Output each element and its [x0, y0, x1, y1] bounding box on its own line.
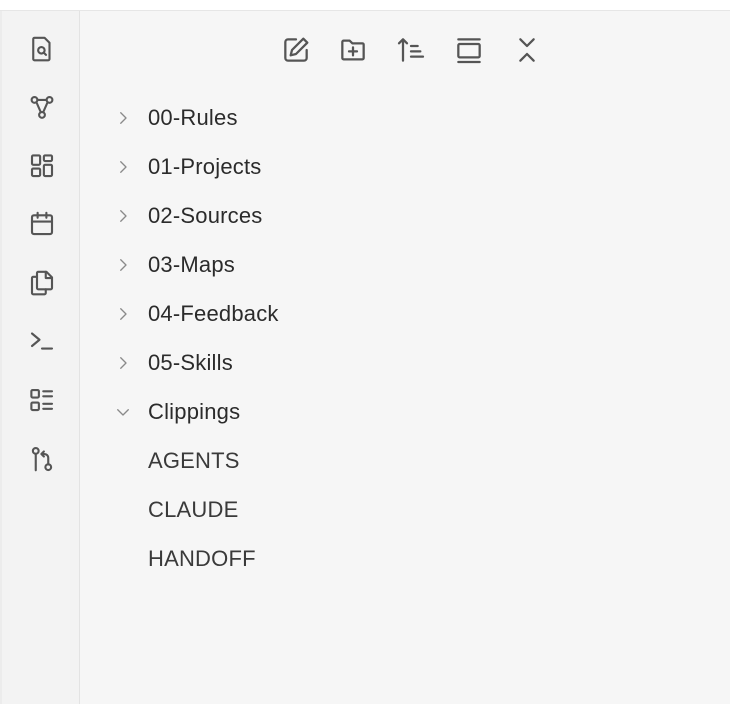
chevron-right-icon[interactable] — [109, 300, 137, 328]
terminal-icon — [30, 332, 54, 350]
dashboard-icon — [30, 154, 54, 178]
new-folder-button[interactable] — [333, 30, 373, 70]
chevron-down-icon[interactable] — [109, 398, 137, 426]
folder-05-skills[interactable]: 05-Skills — [109, 343, 709, 383]
graph-icon — [30, 95, 54, 119]
daily-note-button[interactable] — [24, 206, 60, 242]
copy-icon — [30, 270, 54, 296]
folder-03-maps[interactable]: 03-Maps — [109, 245, 709, 285]
checklist-button[interactable] — [24, 382, 60, 418]
collapse-all-button[interactable] — [507, 30, 547, 70]
git-branch-icon — [31, 446, 53, 472]
new-note-icon — [284, 37, 309, 62]
terminal-button[interactable] — [24, 323, 60, 359]
file-label: AGENTS — [148, 448, 240, 473]
chevron-right-icon[interactable] — [109, 104, 137, 132]
chevron-right-icon[interactable] — [109, 251, 137, 279]
graph-view-button[interactable] — [24, 90, 60, 126]
app-window: 00-Rules 01-Projects 02-Sources 03-Maps — [0, 0, 730, 704]
chevron-right-icon[interactable] — [109, 349, 137, 377]
folder-02-sources[interactable]: 02-Sources — [109, 196, 709, 236]
search-note-icon — [32, 36, 51, 62]
folder-00-rules[interactable]: 00-Rules — [109, 98, 709, 138]
file-handoff[interactable]: HANDOFF — [109, 539, 709, 579]
folder-label: 00-Rules — [148, 105, 238, 130]
chevron-right-icon[interactable] — [109, 202, 137, 230]
search-note-button[interactable] — [24, 31, 60, 67]
file-label: HANDOFF — [148, 546, 256, 571]
folder-label: 03-Maps — [148, 252, 235, 277]
folder-04-feedback[interactable]: 04-Feedback — [109, 294, 709, 334]
title-bar-edge — [0, 0, 730, 11]
new-note-button[interactable] — [276, 30, 316, 70]
file-label: CLAUDE — [148, 497, 239, 522]
file-agents[interactable]: AGENTS — [109, 441, 709, 481]
calendar-icon — [30, 211, 54, 236]
dashboard-button[interactable] — [24, 148, 60, 184]
git-button[interactable] — [24, 441, 60, 477]
folder-label: 04-Feedback — [148, 301, 279, 326]
collapse-view-button[interactable] — [449, 30, 489, 70]
copy-button[interactable] — [24, 265, 60, 301]
chevron-right-icon[interactable] — [109, 153, 137, 181]
collapse-view-icon — [457, 38, 481, 64]
folder-label: 01-Projects — [148, 154, 262, 179]
sort-icon — [397, 38, 425, 62]
folder-label: 02-Sources — [148, 203, 263, 228]
file-claude[interactable]: CLAUDE — [109, 490, 709, 530]
file-explorer-pane: 00-Rules 01-Projects 02-Sources 03-Maps — [81, 11, 730, 704]
left-ribbon — [0, 11, 80, 704]
folder-01-projects[interactable]: 01-Projects — [109, 147, 709, 187]
new-folder-icon — [341, 39, 365, 61]
checklist-icon — [30, 388, 54, 412]
folder-label: Clippings — [148, 399, 241, 424]
folder-clippings[interactable]: Clippings — [109, 392, 709, 432]
collapse-all-icon — [519, 38, 535, 62]
folder-label: 05-Skills — [148, 350, 233, 375]
sort-button[interactable] — [391, 30, 431, 70]
